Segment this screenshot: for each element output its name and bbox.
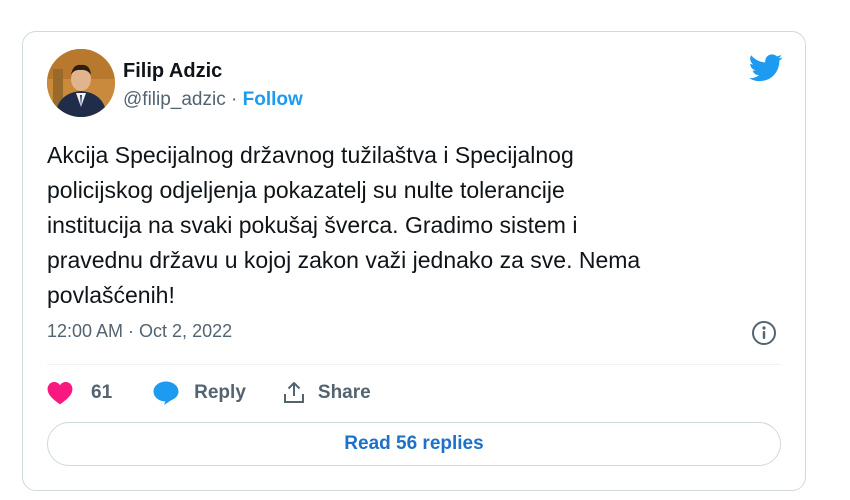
author-name[interactable]: Filip Adzic	[123, 60, 222, 83]
like-count: 61	[91, 382, 113, 403]
heart-icon	[47, 381, 73, 405]
twitter-bird-icon[interactable]	[749, 54, 783, 82]
reply-button[interactable]: Reply	[152, 380, 282, 406]
like-button[interactable]: 61	[47, 381, 152, 405]
reply-label: Reply	[194, 382, 246, 403]
tweet-text: Akcija Specijalnog državnog tužilaštva i…	[47, 142, 641, 308]
author-handle[interactable]: @filip_adzic	[123, 89, 226, 110]
share-label: Share	[317, 382, 371, 403]
share-button[interactable]: Share	[282, 381, 371, 405]
share-icon	[283, 382, 304, 403]
avatar-image	[47, 49, 115, 117]
divider	[47, 364, 781, 365]
author-avatar[interactable]	[47, 49, 115, 117]
reply-bubble-icon	[153, 381, 179, 405]
author-handle-row: @filip_adzic · Follow	[123, 89, 303, 111]
tweet-timestamp[interactable]: 12:00 AM · Oct 2, 2022	[47, 321, 232, 342]
tweet-actions: 61 Reply Share	[47, 378, 371, 408]
read-replies-button[interactable]: Read 56 replies	[47, 422, 781, 466]
read-replies-label: Read 56 replies	[344, 433, 484, 454]
handle-separator: ·	[225, 89, 243, 110]
tweet-card: Filip Adzic @filip_adzic · Follow Akcija…	[22, 31, 806, 491]
follow-button[interactable]: Follow	[243, 89, 303, 110]
info-icon[interactable]	[751, 320, 777, 346]
